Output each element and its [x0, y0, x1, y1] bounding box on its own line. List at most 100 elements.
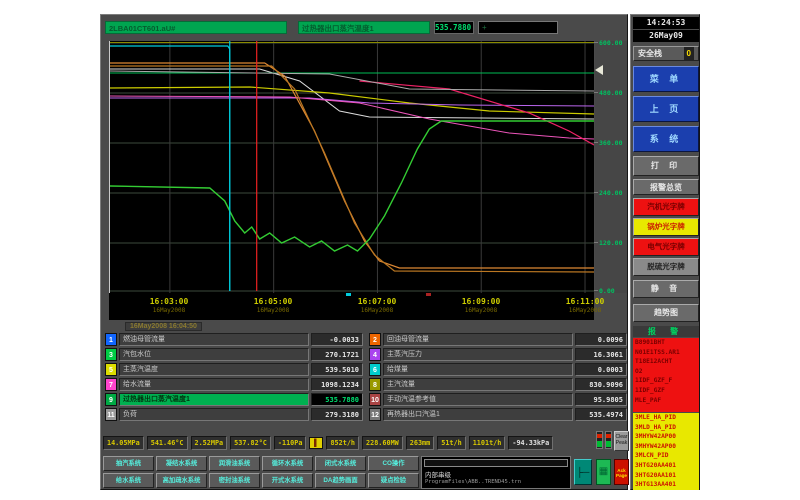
y-axis-tick: 240.00 — [596, 189, 626, 197]
pen-number-chip: 6 — [369, 363, 381, 376]
nav-button[interactable]: 抽汽系统 — [103, 456, 154, 471]
alarm-tag[interactable]: 1IDF_GZF_F — [633, 376, 699, 386]
peak-controls: Clear Peak — [596, 431, 629, 453]
pen-label[interactable]: 手动汽温参考值 — [383, 393, 573, 406]
pen-number-chip: 7 — [105, 378, 117, 391]
pen-indicator-toggle-1[interactable] — [596, 431, 603, 449]
pen-label[interactable]: 给煤量 — [383, 363, 573, 376]
alarm-tag[interactable]: T18E12ACHT — [633, 357, 699, 367]
pen-number-chip: 3 — [105, 348, 117, 361]
electrical-annunciator-button[interactable]: 电气光字牌 — [633, 238, 699, 256]
pen-label[interactable]: 主蒸汽压力 — [383, 348, 573, 361]
pen-label[interactable]: 给水流量 — [119, 378, 309, 391]
alarm-tag[interactable]: 3MLE_HA_PID — [633, 413, 699, 423]
menu-button[interactable]: 菜 单 — [633, 66, 699, 92]
pen-table-left-column: 1燃油母管流量-0.00333汽包水位270.17215主蒸汽温度539.501… — [105, 333, 363, 429]
nav-button[interactable]: CO操作 — [368, 456, 419, 471]
pen-label[interactable]: 负荷 — [119, 408, 309, 421]
pen-label[interactable]: 汽包水位 — [119, 348, 309, 361]
nav-button[interactable]: 高加疏水系统 — [156, 473, 207, 488]
pen-label[interactable]: 过热器出口蒸汽温度1 — [119, 393, 309, 406]
nav-button[interactable]: 循环水系统 — [262, 456, 313, 471]
nav-button[interactable]: 密封油系统 — [209, 473, 260, 488]
screenshot-stage: 2LBA01CT601.aU# 过热器出口蒸汽温度1 535.7880 + 60… — [0, 0, 800, 500]
boiler-annunciator-button[interactable]: 锅炉光字牌 — [633, 218, 699, 236]
nav-button[interactable]: DA趋势画面 — [315, 473, 366, 488]
pen-number-chip: 4 — [369, 348, 381, 361]
grid-tool-button[interactable]: ▦ — [596, 459, 611, 485]
status-value: 51t/h — [437, 436, 465, 450]
pen-tag-field[interactable]: 2LBA01CT601.aU# — [105, 21, 287, 34]
pen-label[interactable]: 主蒸汽温度 — [119, 363, 309, 376]
pen-value: -0.0033 — [311, 333, 363, 346]
clear-peak-button[interactable]: Clear Peak — [614, 431, 629, 451]
safety-stack-label: 安全栈 — [638, 47, 662, 60]
alarm-tag[interactable]: 3HTG13AA401 — [633, 480, 699, 490]
status-value: 541.46°C — [147, 436, 188, 450]
trend-plot[interactable] — [109, 41, 594, 293]
nav-button[interactable]: 疑点检验 — [368, 473, 419, 488]
x-tick-date: 16May2008 — [238, 307, 308, 314]
pen-number-chip: 5 — [105, 363, 117, 376]
system-button[interactable]: 系 统 — [633, 126, 699, 152]
x-axis-tick: 16:03:0016May2008 — [134, 297, 204, 314]
alarm-tag[interactable]: N01E1TSS.AR1 — [633, 348, 699, 358]
pen-row-9: 9过热器出口蒸汽温度1535.7880 — [105, 393, 363, 406]
pen-number-chip: 8 — [369, 378, 381, 391]
turbine-annunciator-button[interactable]: 汽机光字牌 — [633, 198, 699, 216]
alarm-tag[interactable]: 3MLD_HA_PID — [633, 423, 699, 433]
cursor-timestamp: 16May2008 16:04:50 — [125, 322, 202, 331]
alarm-list-yellow: 3MLE_HA_PID3MLD_HA_PID3MHYW42AP003MHYW42… — [633, 413, 699, 490]
pen-select-dropdown[interactable]: + — [478, 21, 558, 34]
pen-row-5: 5主蒸汽温度539.5010 — [105, 363, 363, 376]
pen-row-8: 8主汽流量830.9096 — [369, 378, 627, 391]
system-nav-grid: 抽汽系统凝结水系统润滑油系统循环水系统闭式水系统CO操作给水系统高加疏水系统密封… — [103, 456, 419, 488]
trend-mode-label: 内部串级 — [425, 469, 451, 479]
pen-label[interactable]: 再热器出口汽温1 — [383, 408, 573, 421]
trend-file-input[interactable] — [424, 459, 568, 467]
x-tick-date: 16May2008 — [550, 307, 620, 314]
nav-button[interactable]: 闭式水系统 — [315, 456, 366, 471]
status-value: 14.05MPa — [103, 436, 144, 450]
alarm-tag[interactable]: 3MHYW42AP00 — [633, 442, 699, 452]
x-tick-time: 16:11:00 — [550, 297, 620, 306]
x-axis-tick: 16:05:0016May2008 — [238, 297, 308, 314]
pen-indicator-toggle-2[interactable] — [605, 431, 612, 449]
alarm-overview-button[interactable]: 报警总览 — [633, 179, 699, 195]
alarm-tag[interactable]: 1IDF_GZF — [633, 386, 699, 396]
pen-row-2: 2回油母管流量0.0096 — [369, 333, 627, 346]
alarm-tag[interactable]: 3HTG20AA101 — [633, 471, 699, 481]
previous-page-button[interactable]: 上 页 — [633, 96, 699, 122]
print-button[interactable]: 打 印 — [633, 156, 699, 176]
pen-label[interactable]: 回油母管流量 — [383, 333, 573, 346]
x-tick-date: 16May2008 — [134, 307, 204, 314]
selected-pen-name-field[interactable]: 过热器出口蒸汽温度1 — [298, 21, 430, 34]
ack-page-button[interactable]: Ack Page — [614, 459, 629, 485]
nav-button[interactable]: 润滑油系统 — [209, 456, 260, 471]
link-tool-button[interactable]: ├─ — [574, 459, 592, 485]
alarm-tag[interactable]: 3HTG20AA401 — [633, 461, 699, 471]
mute-button[interactable]: 静 音 — [633, 280, 699, 298]
pen-label[interactable]: 燃油母管流量 — [119, 333, 309, 346]
alarm-tag[interactable]: B8901BHT — [633, 338, 699, 348]
alarm-tag[interactable]: 3MLCN_PID — [633, 451, 699, 461]
nav-button[interactable]: 凝结水系统 — [156, 456, 207, 471]
pen-value-pointer-icon[interactable] — [595, 65, 603, 75]
status-value: -110Pa — [274, 436, 307, 450]
nav-button[interactable]: 开式水系统 — [262, 473, 313, 488]
alarm-tag[interactable]: 3MHYW42AP00 — [633, 432, 699, 442]
nav-button[interactable]: 给水系统 — [103, 473, 154, 488]
pen-number-chip: 11 — [105, 408, 117, 421]
alarm-tag[interactable]: MLE_PAF — [633, 396, 699, 406]
value-axis: 600.00480.00360.00240.00120.000.00 — [595, 41, 627, 293]
alarm-tag[interactable]: O2 — [633, 367, 699, 377]
fgd-annunciator-button[interactable]: 脱硫光字牌 — [633, 258, 699, 276]
trend-file-path: ProgramFiles\ABB..TREND45.trn — [425, 479, 521, 485]
status-value: 2.52MPa — [191, 436, 228, 450]
trace-magenta-trace — [110, 96, 594, 139]
trend-window: 2LBA01CT601.aU# 过热器出口蒸汽温度1 535.7880 + 60… — [100, 14, 628, 490]
x-tick-time: 16:07:00 — [342, 297, 412, 306]
status-indicator-lamp: ▌ — [309, 437, 323, 449]
trend-chart-button[interactable]: 趋势图 — [633, 304, 699, 322]
pen-label[interactable]: 主汽流量 — [383, 378, 573, 391]
